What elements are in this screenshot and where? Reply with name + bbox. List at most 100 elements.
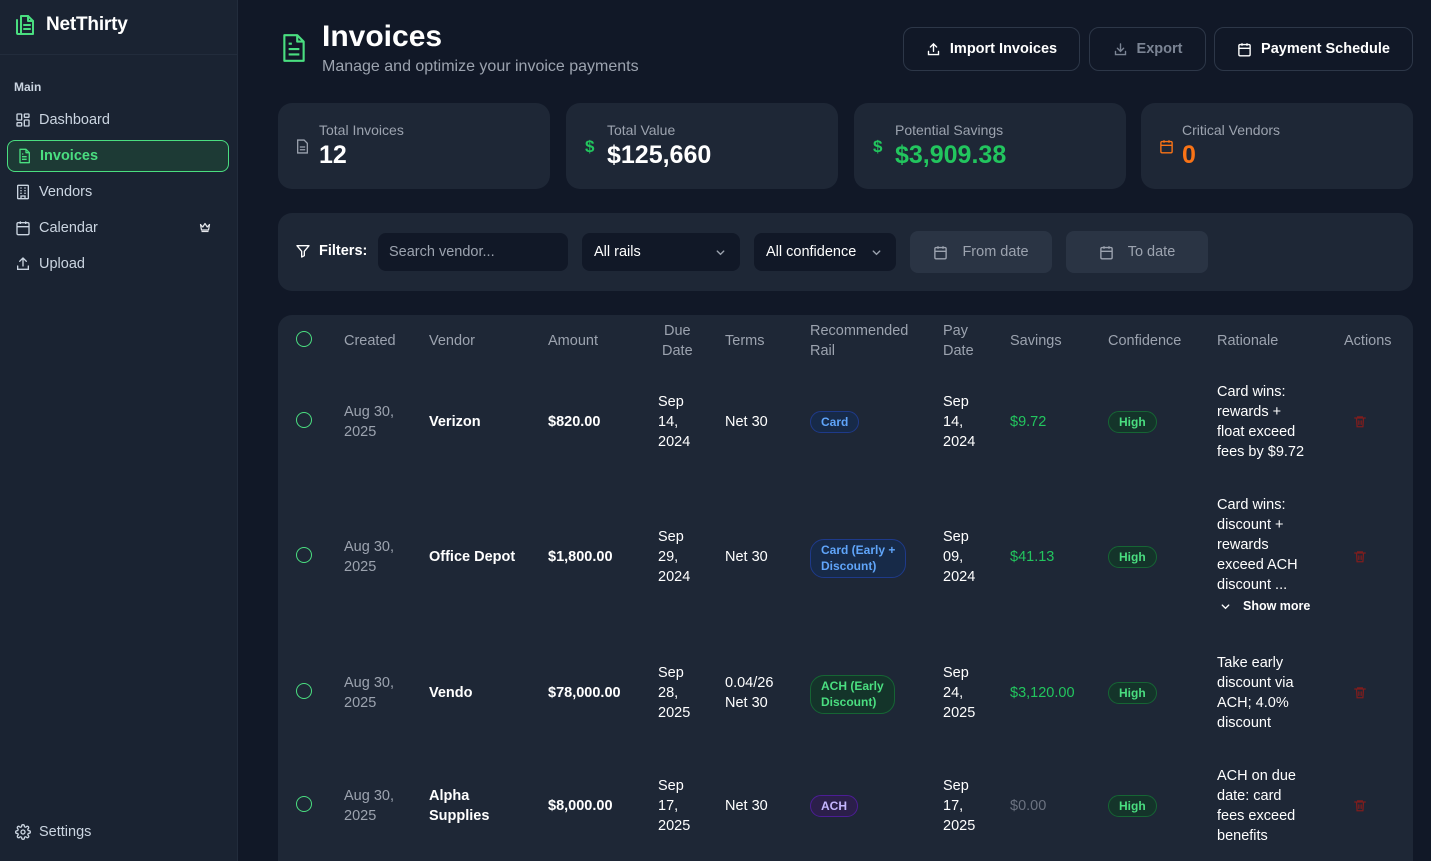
payment-schedule-label: Payment Schedule (1261, 41, 1390, 57)
sidebar: NetThirty Main Dashboard Invoices Vendor… (0, 0, 238, 861)
stat-card-critical-vendors: Critical Vendors 0 (1141, 103, 1413, 189)
filters-label: Filters: (295, 243, 367, 259)
column-header-recommended-rail[interactable]: Recommended Rail (810, 321, 908, 361)
crown-icon (199, 221, 211, 233)
sidebar-section-label: Main (14, 80, 42, 94)
trash-icon[interactable] (1353, 798, 1367, 813)
row-select-checkbox[interactable] (296, 796, 312, 812)
sidebar-item-label: Upload (39, 256, 85, 272)
trash-icon[interactable] (1353, 414, 1367, 429)
row-select-checkbox[interactable] (296, 683, 312, 699)
column-header-created[interactable]: Created (344, 331, 396, 351)
sidebar-item-label: Dashboard (39, 112, 110, 128)
amount-cell: $8,000.00 (548, 798, 613, 814)
row-select-checkbox[interactable] (296, 412, 312, 428)
filters-bar: Filters: Search vendor... All rails All … (278, 213, 1413, 291)
select-all-checkbox[interactable] (296, 331, 312, 347)
savings-cell: $3,120.00 (1010, 685, 1075, 701)
show-more-label: Show more (1243, 599, 1311, 613)
column-header-pay-date[interactable]: Pay Date (943, 321, 974, 361)
sidebar-item-calendar[interactable]: Calendar (7, 212, 229, 244)
stat-card-total-value: $ Total Value $125,660 (566, 103, 838, 189)
confidence-badge: High (1108, 795, 1157, 817)
search-vendor-input[interactable]: Search vendor... (378, 233, 568, 271)
chevron-down-icon (871, 247, 882, 258)
to-date-label: To date (1127, 244, 1176, 260)
pay-date-cell: Sep 24, 2025 (943, 665, 976, 721)
from-date-label: From date (962, 244, 1029, 260)
confidence-select-value: All confidence (766, 244, 857, 260)
chevron-down-icon (1220, 601, 1231, 612)
payment-schedule-button[interactable]: Payment Schedule (1214, 27, 1413, 71)
stat-card-potential-savings: $ Potential Savings $3,909.38 (854, 103, 1126, 189)
page-subtitle: Manage and optimize your invoice payment… (322, 58, 639, 75)
sidebar-divider (0, 54, 238, 55)
trash-icon[interactable] (1353, 685, 1367, 700)
sidebar-item-dashboard[interactable]: Dashboard (7, 104, 229, 136)
dashboard-icon (15, 112, 31, 128)
ledger-icon (14, 13, 38, 37)
from-date-button[interactable]: From date (910, 231, 1052, 273)
column-header-rationale[interactable]: Rationale (1217, 331, 1278, 351)
sidebar-item-upload[interactable]: Upload (7, 248, 229, 280)
sidebar-item-settings[interactable]: Settings (7, 816, 229, 848)
terms-cell: Net 30 (725, 798, 768, 814)
terms-cell: Net 30 (725, 414, 768, 430)
vendor-cell[interactable]: Alpha Supplies (429, 786, 489, 826)
column-header-actions: Actions (1344, 333, 1392, 349)
stat-value: $3,909.38 (895, 141, 1007, 169)
filter-icon (295, 243, 311, 259)
vendor-cell[interactable]: Verizon (429, 412, 481, 432)
trash-icon[interactable] (1353, 549, 1367, 564)
calendar-icon (15, 220, 31, 236)
vendor-cell[interactable]: Vendo (429, 683, 473, 703)
calendar-icon (1159, 139, 1174, 154)
pay-date-cell: Sep 14, 2024 (943, 394, 976, 450)
stat-card-total-invoices: Total Invoices 12 (278, 103, 550, 189)
rails-select[interactable]: All rails (582, 233, 740, 271)
calendar-icon (933, 245, 948, 260)
created-cell: Aug 30, 2025 (344, 539, 394, 575)
sidebar-item-label: Invoices (40, 148, 99, 164)
rail-badge: Card (810, 411, 860, 433)
upload-icon (15, 256, 31, 272)
export-button[interactable]: Export (1089, 27, 1206, 71)
due-date-cell: Sep 28, 2025 (658, 665, 691, 721)
show-more-button[interactable]: Show more (1220, 599, 1310, 613)
column-header-due-date[interactable]: Due Date (662, 321, 693, 361)
file-text-icon (16, 148, 32, 164)
invoices-table: Created Vendor Amount Due Date Terms Rec… (278, 315, 1413, 861)
column-header-amount[interactable]: Amount (548, 331, 598, 351)
terms-cell: 0.04/26 Net 30 (725, 675, 774, 711)
rationale-cell: Card wins: rewards + float exceed fees by $… (1217, 384, 1305, 460)
created-cell: Aug 30, 2025 (344, 404, 394, 440)
dollar-icon: $ (873, 137, 883, 156)
building-icon (15, 184, 31, 200)
rationale-cell: Card wins: discount + rewards exceed ACH dis… (1217, 497, 1298, 593)
calendar-icon (1099, 245, 1114, 260)
column-header-savings[interactable]: Savings (1010, 331, 1062, 351)
column-header-confidence[interactable]: Confidence (1108, 331, 1181, 351)
import-invoices-button[interactable]: Import Invoices (903, 27, 1080, 71)
export-label: Export (1136, 41, 1183, 57)
brand[interactable]: NetThirty (14, 13, 128, 37)
column-header-terms[interactable]: Terms (725, 331, 764, 351)
vendor-cell[interactable]: Office Depot (429, 547, 515, 567)
rail-badge: Card (Early + Discount) (810, 539, 907, 578)
confidence-badge: High (1108, 682, 1157, 704)
stat-value: 0 (1182, 141, 1196, 169)
import-invoices-label: Import Invoices (949, 41, 1058, 57)
confidence-badge: High (1108, 546, 1157, 568)
sidebar-item-invoices[interactable]: Invoices (7, 140, 229, 172)
row-select-checkbox[interactable] (296, 547, 312, 563)
column-header-vendor[interactable]: Vendor (429, 331, 475, 351)
sidebar-item-vendors[interactable]: Vendors (7, 176, 229, 208)
stat-value: 12 (319, 141, 347, 169)
confidence-select[interactable]: All confidence (754, 233, 896, 271)
created-cell: Aug 30, 2025 (344, 788, 394, 824)
stat-label: Critical Vendors (1182, 122, 1281, 138)
due-date-cell: Sep 17, 2025 (658, 778, 691, 834)
to-date-button[interactable]: To date (1066, 231, 1208, 273)
stat-label: Total Value (607, 122, 676, 138)
created-cell: Aug 30, 2025 (344, 675, 394, 711)
